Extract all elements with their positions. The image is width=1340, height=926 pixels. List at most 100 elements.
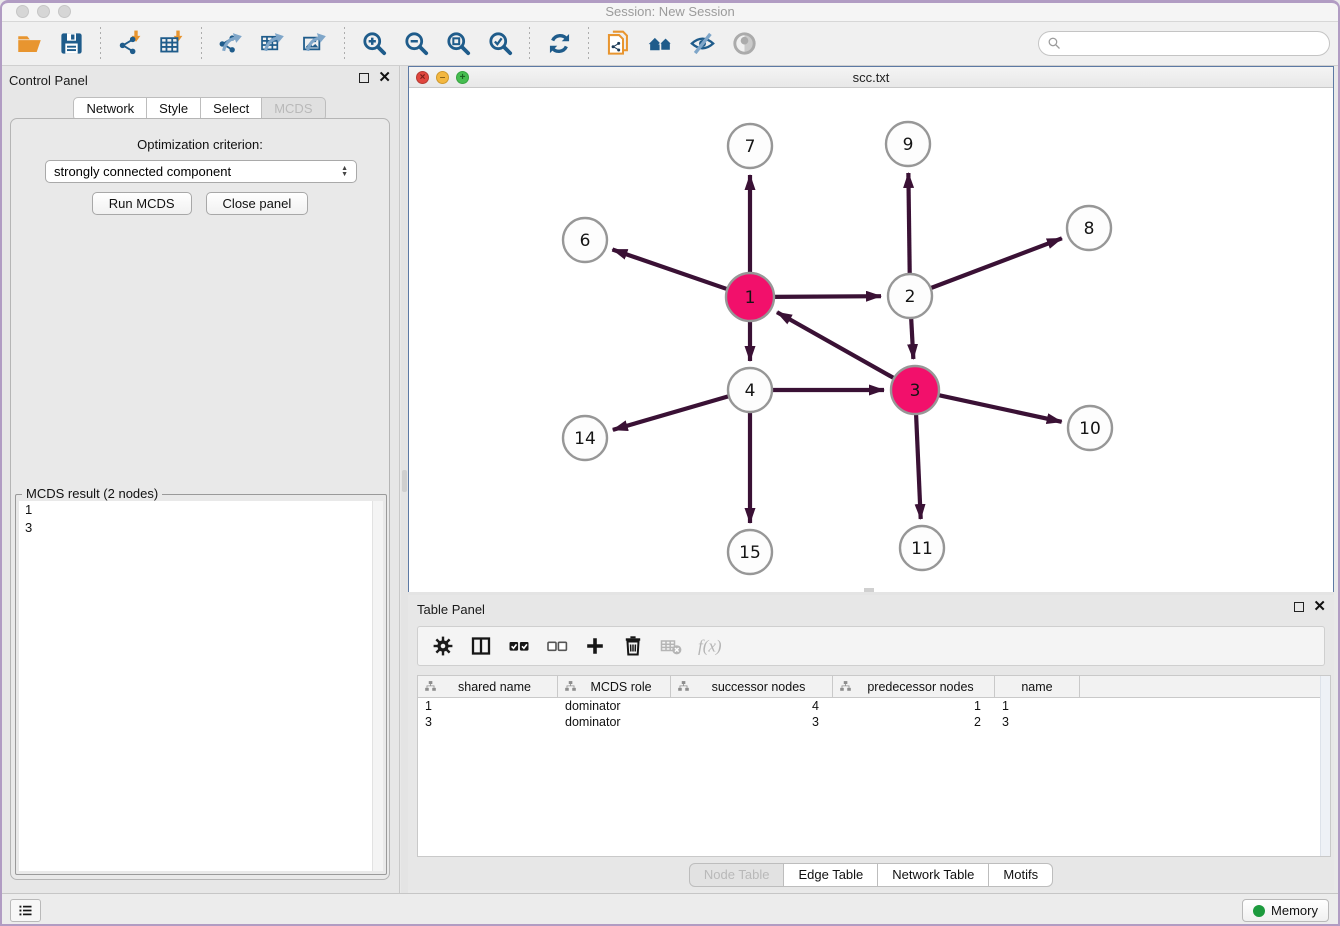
graph-node-10[interactable]: 10 <box>1068 406 1112 450</box>
column-header-predecessor-nodes[interactable]: predecessor nodes <box>833 676 995 697</box>
graph-edge-1-6[interactable] <box>612 249 729 289</box>
window-titlebar: Session: New Session <box>0 0 1340 22</box>
show-all-columns-icon[interactable] <box>502 629 536 663</box>
table-tabs: Node TableEdge TableNetwork TableMotifs <box>408 863 1334 887</box>
network-canvas[interactable]: 7 9 6 8 1 2 4 3 14 10 15 11 <box>409 88 1333 592</box>
criterion-value: strongly connected component <box>54 164 231 179</box>
export-image-icon[interactable] <box>297 26 333 62</box>
mcds-tab-content: Optimization criterion: strongly connect… <box>10 118 390 880</box>
graph-edge-2-9[interactable] <box>908 173 909 276</box>
column-header-name[interactable]: name <box>995 676 1080 697</box>
graph-node-15[interactable]: 15 <box>728 530 772 574</box>
graph-node-11[interactable]: 11 <box>900 526 944 570</box>
panel-mode-icon[interactable] <box>464 629 498 663</box>
graph-edge-3-11[interactable] <box>916 412 921 519</box>
search-field[interactable] <box>1038 31 1330 56</box>
float-table-panel-icon[interactable] <box>1294 602 1304 612</box>
tab-network-table[interactable]: Network Table <box>878 863 989 887</box>
search-input[interactable] <box>1067 36 1321 51</box>
table-settings-icon[interactable] <box>426 629 460 663</box>
mcds-result-scrollbar[interactable] <box>372 501 383 871</box>
table-toolbar: f(x) <box>417 626 1325 666</box>
hide-all-columns-icon[interactable] <box>540 629 574 663</box>
toolbar-separator <box>529 27 530 61</box>
graph-node-6[interactable]: 6 <box>563 218 607 262</box>
splitter-grip[interactable] <box>402 470 407 492</box>
table-row[interactable]: 1dominator411 <box>418 698 1330 714</box>
graph-node-7[interactable]: 7 <box>728 124 772 168</box>
close-table-panel-icon[interactable]: ✕ <box>1313 602 1326 612</box>
table-cell[interactable]: 4 <box>671 698 833 714</box>
create-column-icon[interactable] <box>578 629 612 663</box>
memory-button[interactable]: Memory <box>1242 899 1329 922</box>
memory-label: Memory <box>1271 903 1318 918</box>
table-cell[interactable]: 3 <box>418 714 558 730</box>
mcds-result-group: MCDS result (2 nodes) 13 <box>15 494 387 875</box>
first-neighbors-icon[interactable] <box>642 26 678 62</box>
table-cell[interactable]: dominator <box>558 698 671 714</box>
tab-edge-table[interactable]: Edge Table <box>784 863 878 887</box>
zoom-out-icon[interactable] <box>398 26 434 62</box>
run-mcds-button[interactable]: Run MCDS <box>92 192 192 215</box>
table-cell[interactable]: 3 <box>995 714 1080 730</box>
tab-motifs[interactable]: Motifs <box>989 863 1053 887</box>
table-panel-title: Table Panel <box>417 602 485 617</box>
criterion-select[interactable]: strongly connected component ▲▼ <box>45 160 357 183</box>
delete-columns-icon[interactable] <box>616 629 650 663</box>
table-scrollbar[interactable] <box>1320 676 1330 856</box>
task-history-button[interactable] <box>10 899 41 922</box>
table-panel-header: Table Panel ✕ <box>408 595 1334 623</box>
svg-text:9: 9 <box>903 135 914 155</box>
column-header-successor-nodes[interactable]: successor nodes <box>671 676 833 697</box>
graph-node-9[interactable]: 9 <box>886 122 930 166</box>
float-panel-icon[interactable] <box>359 73 369 83</box>
table-row[interactable]: 3dominator323 <box>418 714 1330 730</box>
graph-node-3[interactable]: 3 <box>891 366 939 414</box>
table-panel: Table Panel ✕ f(x) shared nameMCDS roles… <box>408 595 1334 890</box>
zoom-selected-icon[interactable] <box>482 26 518 62</box>
import-table-icon[interactable] <box>154 26 190 62</box>
table-cell[interactable]: 3 <box>671 714 833 730</box>
export-table-icon[interactable] <box>255 26 291 62</box>
close-panel-icon[interactable]: ✕ <box>378 73 391 83</box>
export-network-icon[interactable] <box>213 26 249 62</box>
mcds-result-list[interactable]: 13 <box>19 501 383 871</box>
graph-node-1[interactable]: 1 <box>726 273 774 321</box>
table-cell[interactable]: 2 <box>833 714 995 730</box>
control-panel: Control Panel ✕ NetworkStyleSelectMCDS O… <box>0 66 400 893</box>
table-cell[interactable]: 1 <box>995 698 1080 714</box>
function-builder-icon: f(x) <box>692 629 726 663</box>
zoom-in-icon[interactable] <box>356 26 392 62</box>
network-frame-titlebar[interactable]: × – + scc.txt <box>409 67 1333 88</box>
graph-edge-3-10[interactable] <box>936 395 1061 422</box>
column-header-MCDS-role[interactable]: MCDS role <box>558 676 671 697</box>
table-cell[interactable]: 1 <box>833 698 995 714</box>
open-session-icon[interactable] <box>11 26 47 62</box>
table-cell[interactable]: dominator <box>558 714 671 730</box>
table-cell[interactable]: 1 <box>418 698 558 714</box>
tab-node-table[interactable]: Node Table <box>689 863 785 887</box>
graph-node-14[interactable]: 14 <box>563 416 607 460</box>
svg-text:14: 14 <box>574 429 596 449</box>
graph-edge-2-3[interactable] <box>911 316 913 359</box>
graph-node-4[interactable]: 4 <box>728 368 772 412</box>
graph-node-8[interactable]: 8 <box>1067 206 1111 250</box>
vertical-splitter[interactable] <box>401 66 408 893</box>
graph-node-2[interactable]: 2 <box>888 274 932 318</box>
optimization-criterion-label: Optimization criterion: <box>11 137 389 152</box>
graph-edge-3-1[interactable] <box>777 312 896 379</box>
graph-edge-4-14[interactable] <box>613 396 731 430</box>
column-header-shared-name[interactable]: shared name <box>418 676 558 697</box>
hide-details-icon[interactable] <box>684 26 720 62</box>
import-network-icon[interactable] <box>112 26 148 62</box>
copy-network-icon[interactable] <box>600 26 636 62</box>
network-view-frame: × – + scc.txt 7 9 6 8 1 2 4 3 14 10 15 11 <box>408 66 1334 592</box>
save-session-icon[interactable] <box>53 26 89 62</box>
node-table: shared nameMCDS rolesuccessor nodesprede… <box>417 675 1331 857</box>
zoom-fit-icon[interactable] <box>440 26 476 62</box>
refresh-layout-icon[interactable] <box>541 26 577 62</box>
graph-edge-1-2[interactable] <box>772 296 881 297</box>
graph-edge-2-8[interactable] <box>929 238 1062 289</box>
show-graphics-icon[interactable] <box>726 26 762 62</box>
close-panel-button[interactable]: Close panel <box>206 192 309 215</box>
